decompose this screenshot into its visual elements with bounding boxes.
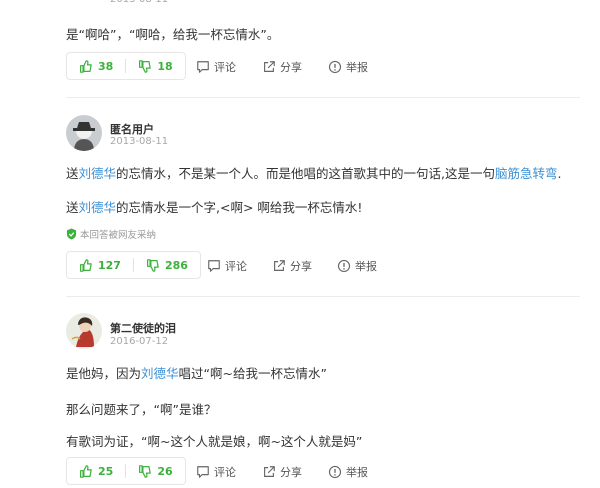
share-button[interactable]: 分享 <box>272 258 312 274</box>
share-label: 分享 <box>280 466 302 479</box>
keyword-link[interactable]: 刘德华 <box>141 366 179 381</box>
answer-divider <box>66 97 580 98</box>
share-button[interactable]: 分享 <box>262 464 302 480</box>
answer-text: 送 <box>66 200 79 215</box>
share-label: 分享 <box>280 61 302 74</box>
like-button[interactable]: 127 <box>67 252 133 278</box>
thumb-up-icon <box>80 464 92 478</box>
vote-box: 127 286 <box>66 251 201 279</box>
comment-icon <box>197 61 209 73</box>
keyword-link[interactable]: 脑筋急转弯 <box>495 166 558 181</box>
report-button[interactable]: 举报 <box>337 258 377 274</box>
avatar-anonymous[interactable] <box>66 115 102 151</box>
answer-text: 是“啊哈”，“啊哈，给我一杯忘情水”。 <box>66 27 280 42</box>
answer-text: 送 <box>66 166 79 181</box>
dislike-count: 18 <box>157 59 173 73</box>
comment-button[interactable]: 评论 <box>207 258 247 274</box>
answer-paragraph: 送刘德华的忘情水是一个字,<啊> 啊给我一杯忘情水! <box>66 197 362 216</box>
report-button[interactable]: 举报 <box>328 59 368 75</box>
dislike-button[interactable]: 26 <box>126 458 184 484</box>
answer-paragraph: 送刘德华的忘情水，不是某一个人。而是他唱的这首歌其中的一句话,这是一句脑筋急转弯… <box>66 163 562 182</box>
share-label: 分享 <box>290 260 312 273</box>
comment-label: 评论 <box>225 260 247 273</box>
report-icon <box>328 465 342 479</box>
thumb-up-icon <box>80 59 92 73</box>
vote-box: 38 18 <box>66 52 186 80</box>
like-count: 25 <box>98 464 114 478</box>
answer-text: 有歌词为证，“啊~这个人就是娘，啊~这个人就是妈” <box>66 434 363 449</box>
thumb-down-icon <box>146 258 159 272</box>
thumb-down-icon <box>139 59 152 73</box>
answer-text: 是他妈，因为 <box>66 366 142 381</box>
report-icon <box>328 60 342 74</box>
username[interactable]: 第二使徒的泪 <box>110 320 176 336</box>
comment-label: 评论 <box>214 61 236 74</box>
dislike-button[interactable]: 18 <box>126 53 184 79</box>
report-label: 举报 <box>346 466 368 479</box>
comment-button[interactable]: 评论 <box>196 59 236 75</box>
answer-paragraph: 那么问题来了，“啊”是谁？ <box>66 399 216 418</box>
answer-date: 2016-07-12 <box>110 336 169 347</box>
answer-date: 2013-08-11 <box>110 0 168 5</box>
share-icon <box>274 260 285 271</box>
answer-text: . <box>557 166 562 181</box>
thumb-down-icon <box>139 464 152 478</box>
report-label: 举报 <box>346 61 368 74</box>
adopted-badge: 本回答被网友采纳 <box>66 227 156 241</box>
vote-box: 25 26 <box>66 457 186 485</box>
answer-paragraph: 是“啊哈”，“啊哈，给我一杯忘情水”。 <box>66 24 279 43</box>
thumb-up-icon <box>80 258 92 272</box>
like-count: 127 <box>98 258 121 272</box>
comment-button[interactable]: 评论 <box>196 464 236 480</box>
report-label: 举报 <box>355 260 377 273</box>
answer-text: 的忘情水是一个字,<啊> 啊给我一杯忘情水! <box>116 200 363 215</box>
answer-paragraph: 是他妈，因为刘德华唱过“啊~给我一杯忘情水” <box>66 363 327 382</box>
report-button[interactable]: 举报 <box>328 464 368 480</box>
answer-date: 2013-08-11 <box>110 136 169 147</box>
adopted-text: 本回答被网友采纳 <box>80 230 157 241</box>
share-icon <box>264 466 275 477</box>
like-button[interactable]: 38 <box>67 53 125 79</box>
keyword-link[interactable]: 刘德华 <box>79 166 117 181</box>
like-count: 38 <box>98 59 114 73</box>
answer-text: 唱过“啊~给我一杯忘情水” <box>178 366 327 381</box>
report-icon <box>337 259 351 273</box>
comment-icon <box>208 260 220 272</box>
username[interactable]: 匿名用户 <box>110 121 154 137</box>
dislike-count: 286 <box>164 258 188 272</box>
avatar-user[interactable] <box>66 313 102 349</box>
answer-text: 那么问题来了，“啊”是谁？ <box>66 402 217 417</box>
answer-paragraph: 有歌词为证，“啊~这个人就是娘，啊~这个人就是妈” <box>66 431 362 450</box>
share-icon <box>264 61 275 72</box>
shield-check-icon <box>66 228 77 240</box>
answer-divider <box>66 296 580 297</box>
dislike-count: 26 <box>157 464 173 478</box>
comment-label: 评论 <box>214 466 236 479</box>
like-button[interactable]: 25 <box>67 458 125 484</box>
comment-icon <box>197 466 209 478</box>
share-button[interactable]: 分享 <box>262 59 302 75</box>
dislike-button[interactable]: 286 <box>134 252 200 278</box>
answer-text: 的忘情水，不是某一个人。而是他唱的这首歌其中的一句话,这是一句 <box>116 166 496 181</box>
keyword-link[interactable]: 刘德华 <box>79 200 117 215</box>
